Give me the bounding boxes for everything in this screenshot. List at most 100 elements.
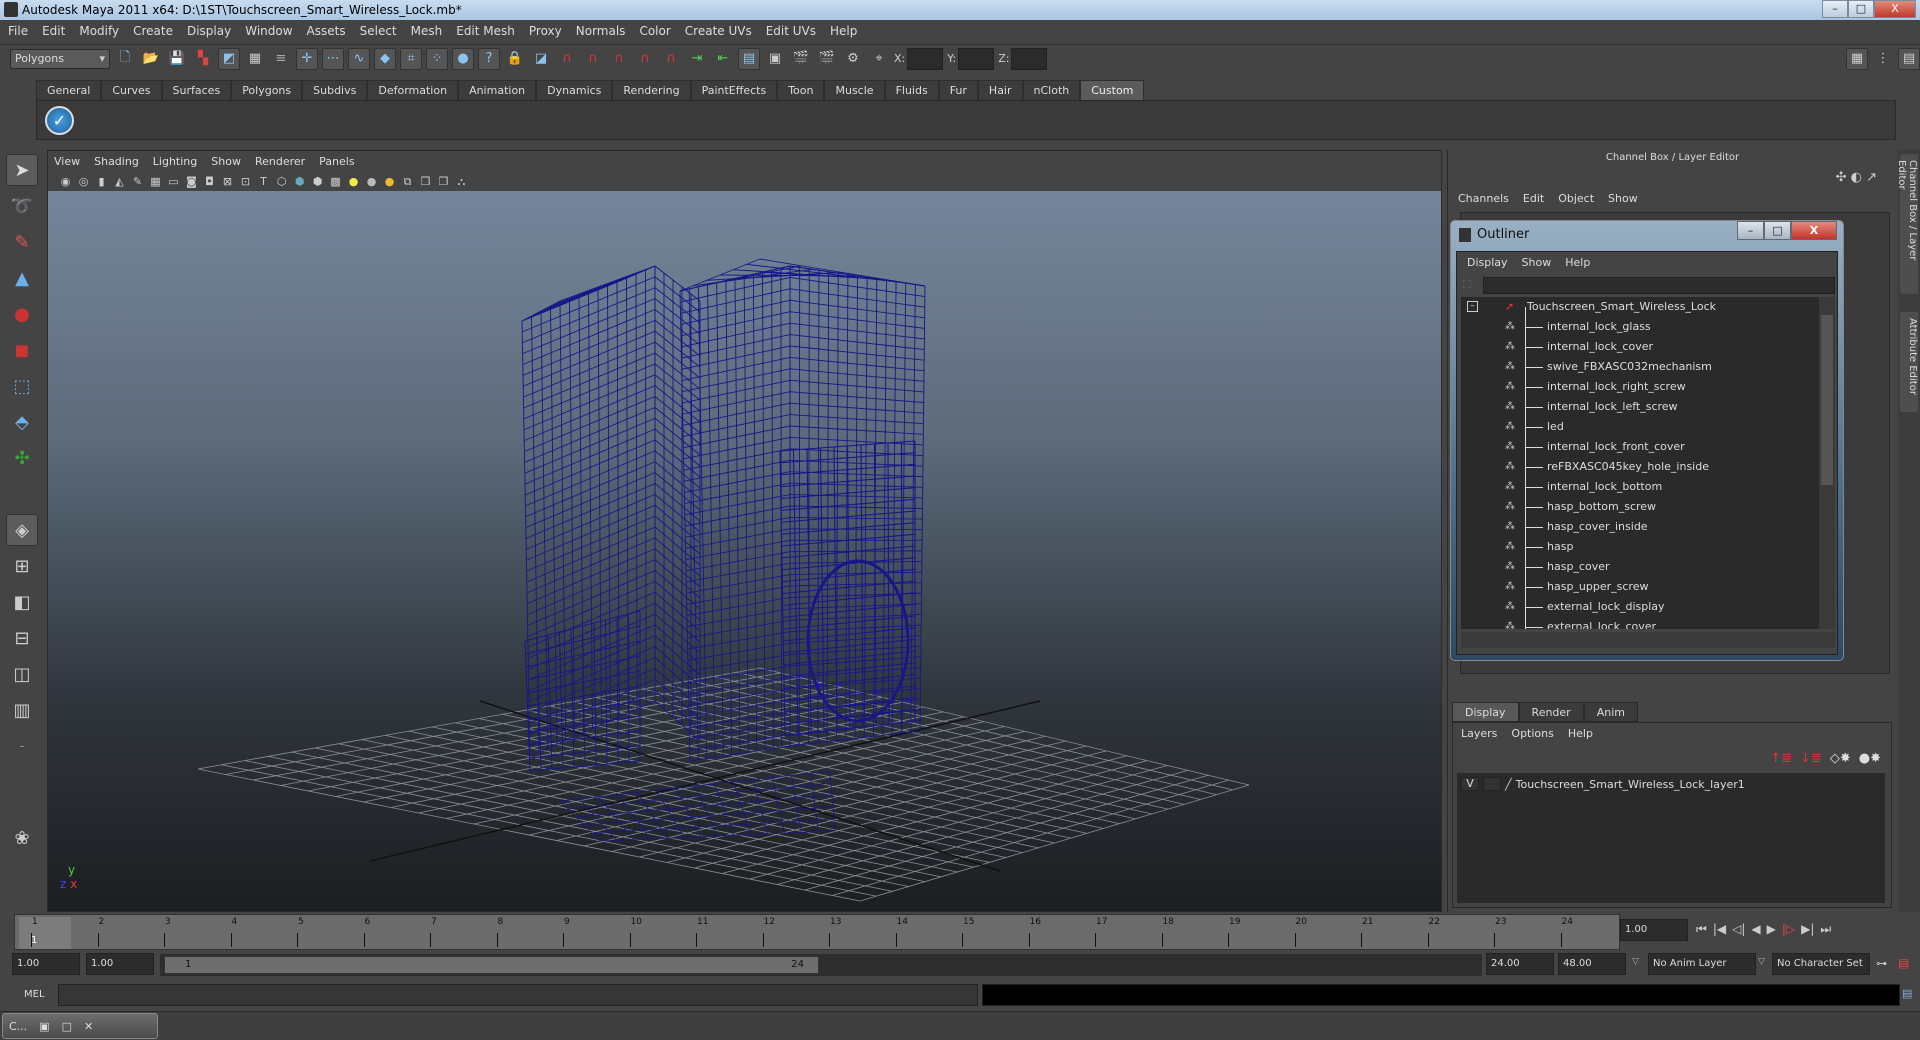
menu-display[interactable]: Display — [187, 24, 231, 38]
scale-tool-icon[interactable]: ◼ — [6, 334, 38, 366]
3d-scene[interactable]: y z x — [48, 191, 1441, 911]
render-settings-icon[interactable]: ⚙ — [842, 48, 864, 70]
shelf-tab-general[interactable]: General — [36, 80, 102, 100]
outliner-item[interactable]: ⁂ internal_lock_front_cover — [1461, 437, 1819, 457]
image-plane-icon[interactable]: ◭ — [112, 174, 127, 189]
tool-settings-toggle-icon[interactable]: ⋮ — [1872, 48, 1894, 70]
new-layer-selected-icon[interactable]: ●✸ — [1859, 751, 1881, 766]
shelf-tab-fur[interactable]: Fur — [938, 80, 978, 100]
shelf-tab-muscle[interactable]: Muscle — [824, 80, 885, 100]
move-tool-icon[interactable]: ▲ — [6, 262, 38, 294]
xray-joints-icon[interactable]: ❐ — [436, 174, 451, 189]
wireframe-icon[interactable]: ⬡ — [274, 174, 289, 189]
menu-create-uvs[interactable]: Create UVs — [685, 24, 752, 38]
layer-menu-options[interactable]: Options — [1511, 727, 1553, 740]
channel-box-mode-icons[interactable]: ✣ ◐ ↗ — [1836, 170, 1877, 185]
layer-name[interactable]: Touchscreen_Smart_Wireless_Lock_layer1 — [1516, 778, 1745, 791]
time-slider[interactable]: 1 1 2 3 4 5 6 7 8 9 10 11 12 13 14 15 16 17 18 19 20 21 22 23 2… — [14, 914, 1620, 950]
wireframe-on-shaded-icon[interactable]: ⬢ — [310, 174, 325, 189]
playback-end-field[interactable]: 24.00 — [1486, 953, 1554, 975]
play-backward-icon[interactable]: ◀ — [1751, 922, 1760, 937]
menu-create[interactable]: Create — [133, 24, 173, 38]
channel-box-menu-edit[interactable]: Edit — [1523, 192, 1544, 205]
grid-toggle-icon[interactable]: ▦ — [148, 174, 163, 189]
outliner-close-button[interactable]: X — [1791, 221, 1837, 240]
outliner-item[interactable]: ⁂ external_lock_cover — [1461, 617, 1819, 629]
range-slider[interactable]: 1 24 — [164, 956, 819, 974]
lock-icon[interactable]: 🔒 — [504, 48, 526, 70]
shelf-tab-animation[interactable]: Animation — [458, 80, 537, 100]
save-scene-icon[interactable]: 💾 — [166, 48, 188, 70]
mode-dropdown[interactable]: Polygons — [10, 48, 110, 69]
select-hierarchy-icon[interactable]: ▚ — [192, 48, 214, 70]
snap-vertex-icon[interactable]: ⌗ — [400, 47, 422, 70]
menu-edit-uvs[interactable]: Edit UVs — [766, 24, 816, 38]
manipulator-tool-icon[interactable]: ⬚ — [6, 370, 38, 402]
more-layouts-icon[interactable]: – — [6, 730, 38, 762]
current-time-field[interactable]: 1.00 — [1620, 919, 1688, 941]
close-button[interactable]: X — [1874, 0, 1916, 18]
go-to-end-icon[interactable]: ⏭ — [1820, 922, 1831, 937]
outliner-item[interactable]: ⁂ led — [1461, 417, 1819, 437]
outliner-item[interactable]: ⁂ hasp_bottom_screw — [1461, 497, 1819, 517]
viewport-menu-show[interactable]: Show — [211, 155, 241, 168]
snap-surface-icon[interactable]: ⁘ — [426, 47, 448, 70]
ipr-render-icon[interactable]: 🎬 — [816, 48, 838, 70]
transform-field-icon[interactable]: ⌖ — [868, 48, 890, 70]
magnet-grid-icon[interactable]: ∩ — [556, 48, 578, 70]
attribute-editor-side-tab[interactable]: Attribute Editor — [1900, 312, 1918, 412]
outliner-root-item[interactable]: – ➚ Touchscreen_Smart_Wireless_Lock — [1461, 297, 1819, 317]
restore-icon[interactable]: ▣ — [39, 1020, 49, 1033]
textured-icon[interactable]: ▩ — [328, 174, 343, 189]
safe-action-icon[interactable]: ⊡ — [238, 174, 253, 189]
minimize-button[interactable]: – — [1822, 0, 1848, 18]
maximize-button[interactable]: □ — [1848, 0, 1874, 18]
filter-icon[interactable]: ≡ — [270, 48, 292, 70]
character-set-dropdown-icon[interactable]: ▽ — [1758, 957, 1765, 967]
channel-box-menu-channels[interactable]: Channels — [1458, 192, 1509, 205]
persp-graph-layout-icon[interactable]: ⊟ — [6, 622, 38, 654]
select-tool-icon[interactable]: ➤ — [6, 154, 38, 186]
open-scene-icon[interactable]: 📂 — [140, 48, 162, 70]
menu-window[interactable]: Window — [245, 24, 292, 38]
minimized-window[interactable]: C... ▣ □ ✕ — [2, 1013, 158, 1039]
shelf-tab-ncloth[interactable]: nCloth — [1022, 80, 1081, 100]
layer-color-swatch[interactable]: ╱ — [1505, 778, 1512, 791]
magnet-curve-icon[interactable]: ∩ — [582, 48, 604, 70]
render-icon[interactable]: 🎬 — [790, 48, 812, 70]
paint-select-tool-icon[interactable]: ✎ — [6, 226, 38, 258]
layer-menu-help[interactable]: Help — [1568, 727, 1593, 740]
shelf-tab-dynamics[interactable]: Dynamics — [536, 80, 613, 100]
outliner-vertical-scrollbar[interactable] — [1819, 297, 1835, 629]
outliner-filter-field[interactable] — [1483, 277, 1835, 294]
viewport-menu-panels[interactable]: Panels — [319, 155, 354, 168]
layer-type-toggle[interactable] — [1483, 777, 1501, 791]
shelf-tab-polygons[interactable]: Polygons — [231, 80, 303, 100]
anim-layer-dropdown-icon[interactable]: ▽ — [1632, 957, 1639, 967]
x-field[interactable] — [907, 47, 944, 70]
play-forward-icon[interactable]: ▶ — [1767, 922, 1776, 937]
move-layer-down-icon[interactable]: ↓≣ — [1800, 751, 1822, 766]
render-view-icon[interactable]: ▣ — [764, 48, 786, 70]
history-icon[interactable]: ▤ — [738, 47, 760, 70]
xray-components-icon[interactable]: ⛬ — [454, 174, 469, 189]
soft-mod-tool-icon[interactable]: ⬘ — [6, 406, 38, 438]
resolution-gate-icon[interactable]: ◙ — [184, 174, 199, 189]
single-perspective-layout-icon[interactable]: ◈ — [6, 514, 38, 546]
default-light-icon[interactable]: ● — [346, 174, 361, 189]
move-layer-up-icon[interactable]: ↑≣ — [1770, 751, 1792, 766]
outliner-menu-help[interactable]: Help — [1565, 256, 1590, 269]
magnet-point-icon[interactable]: ∩ — [608, 48, 630, 70]
snap-point-icon[interactable]: ∿ — [348, 47, 370, 70]
shelf-tab-curves[interactable]: Curves — [101, 80, 162, 100]
outliner-item[interactable]: ⁂ swive_FBXASC032mechanism — [1461, 357, 1819, 377]
step-forward-key-icon[interactable]: ▶| — [1801, 922, 1814, 937]
shadows-icon[interactable]: ● — [382, 174, 397, 189]
shelf-tab-fluids[interactable]: Fluids — [884, 80, 939, 100]
viewport-menu-shading[interactable]: Shading — [94, 155, 139, 168]
mel-input[interactable] — [58, 984, 978, 1006]
collapse-icon[interactable]: – — [1467, 301, 1478, 312]
outliner-item[interactable]: ⁂ internal_lock_glass — [1461, 317, 1819, 337]
viewport-menu-view[interactable]: View — [54, 155, 80, 168]
select-component-icon[interactable]: ▦ — [244, 48, 266, 70]
